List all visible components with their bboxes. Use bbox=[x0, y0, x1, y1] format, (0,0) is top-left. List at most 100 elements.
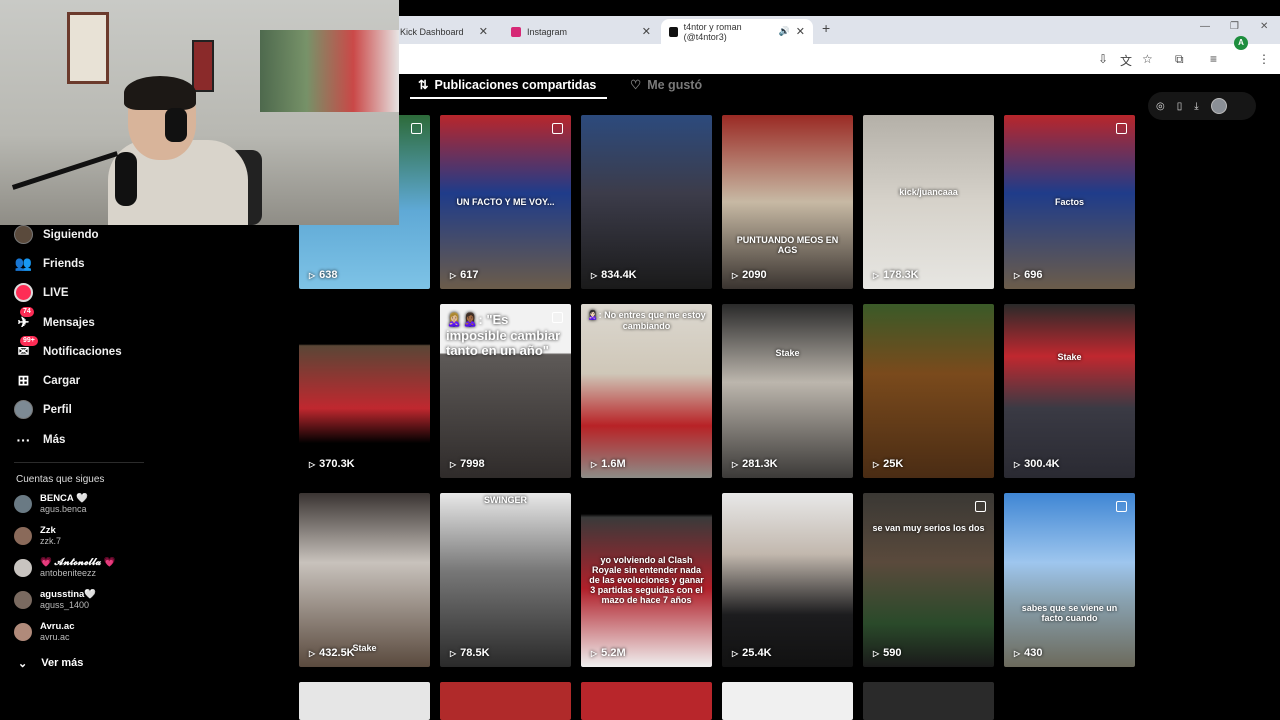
view-count-label: 2090 bbox=[742, 269, 767, 281]
video-card[interactable]: Stake ▷ 281.3K bbox=[722, 304, 853, 478]
video-card[interactable]: Factos ▷ 696 bbox=[1004, 115, 1135, 289]
view-count: ▷ 834.4K bbox=[591, 269, 637, 281]
video-card[interactable]: ▷ 370.3K bbox=[299, 304, 430, 478]
view-count: ▷ 300.4K bbox=[1014, 458, 1060, 470]
video-card[interactable]: ▷ 834.4K bbox=[581, 115, 712, 289]
view-count: ▷ 281.3K bbox=[732, 458, 778, 470]
view-count-label: 834.4K bbox=[601, 269, 637, 281]
video-card[interactable]: se van muy serios los dos ▷ 590 bbox=[863, 493, 994, 667]
view-count: ▷ 25.4K bbox=[732, 647, 772, 659]
view-count-label: 370.3K bbox=[319, 458, 355, 470]
view-count: ▷ 7998 bbox=[450, 458, 485, 470]
view-count-label: 78.5K bbox=[460, 647, 490, 659]
play-icon: ▷ bbox=[873, 648, 880, 658]
play-icon: ▷ bbox=[450, 648, 457, 658]
video-caption: PUNTUANDO MEOS EN AGS bbox=[736, 235, 839, 255]
view-count: ▷ 78.5K bbox=[450, 647, 490, 659]
video-card[interactable]: 🙎🏼‍♀️🙎🏾‍♀️: "Es imposible cambiar tanto … bbox=[440, 304, 571, 478]
view-count: ▷ 178.3K bbox=[873, 269, 919, 281]
view-count: ▷ 1.6M bbox=[591, 458, 626, 470]
video-card[interactable]: kick/juancaaa ▷ 178.3K bbox=[863, 115, 994, 289]
play-icon: ▷ bbox=[1014, 459, 1021, 469]
video-card[interactable] bbox=[299, 682, 430, 720]
view-count: ▷ 590 bbox=[873, 647, 902, 659]
video-caption: 🙎🏻‍♀️: No entres que me estoy cambiando bbox=[587, 310, 706, 331]
view-count-label: 617 bbox=[460, 269, 479, 281]
play-icon: ▷ bbox=[732, 648, 739, 658]
view-count-label: 281.3K bbox=[742, 458, 778, 470]
video-card[interactable] bbox=[581, 682, 712, 720]
video-caption: kick/juancaaa bbox=[899, 187, 958, 197]
play-icon: ▷ bbox=[732, 459, 739, 469]
video-card[interactable]: sabes que se viene un facto cuando ▷ 430 bbox=[1004, 493, 1135, 667]
play-icon: ▷ bbox=[1014, 648, 1021, 658]
microphone bbox=[115, 152, 137, 206]
video-card[interactable]: Stake ▷ 300.4K bbox=[1004, 304, 1135, 478]
play-icon: ▷ bbox=[309, 459, 316, 469]
video-caption: 🙎🏼‍♀️🙎🏾‍♀️: "Es imposible cambiar tanto … bbox=[446, 312, 561, 358]
play-icon: ▷ bbox=[591, 648, 598, 658]
view-count-label: 430 bbox=[1024, 647, 1043, 659]
multi-photo-icon bbox=[552, 123, 563, 134]
view-count: ▷ 2090 bbox=[732, 269, 767, 281]
mic-arm bbox=[11, 151, 119, 190]
multi-photo-icon bbox=[1116, 123, 1127, 134]
video-card[interactable]: yo volviendo al Clash Royale sin entende… bbox=[581, 493, 712, 667]
video-card[interactable]: SWINGER ▷ 78.5K bbox=[440, 493, 571, 667]
play-icon: ▷ bbox=[450, 270, 457, 280]
multi-photo-icon bbox=[1116, 501, 1127, 512]
multi-photo-icon bbox=[552, 312, 563, 323]
view-count: ▷ 370.3K bbox=[309, 458, 355, 470]
view-count: ▷ 5.2M bbox=[591, 647, 626, 659]
view-count-label: 638 bbox=[319, 269, 338, 281]
streamer-hair bbox=[124, 76, 196, 110]
video-caption: UN FACTO Y ME VOY... bbox=[456, 197, 555, 207]
play-icon: ▷ bbox=[309, 648, 316, 658]
video-card[interactable]: 🙎🏻‍♀️: No entres que me estoy cambiando ▷… bbox=[581, 304, 712, 478]
video-card[interactable] bbox=[863, 682, 994, 720]
video-card[interactable]: ▷ 25.4K bbox=[722, 493, 853, 667]
play-icon: ▷ bbox=[309, 270, 316, 280]
video-caption: Stake bbox=[1057, 352, 1082, 362]
view-count: ▷ 25K bbox=[873, 458, 903, 470]
view-count: ▷ 696 bbox=[1014, 269, 1043, 281]
video-card[interactable]: Stake ▷ 432.5K bbox=[299, 493, 430, 667]
headphones bbox=[165, 108, 187, 142]
view-count-label: 7998 bbox=[460, 458, 485, 470]
wall-poster bbox=[192, 40, 214, 92]
multi-photo-icon bbox=[975, 501, 986, 512]
view-count-label: 432.5K bbox=[319, 647, 355, 659]
video-caption: yo volviendo al Clash Royale sin entende… bbox=[589, 555, 704, 605]
video-card[interactable] bbox=[440, 682, 571, 720]
video-caption: SWINGER bbox=[483, 495, 527, 505]
video-card[interactable] bbox=[722, 682, 853, 720]
view-count-label: 178.3K bbox=[883, 269, 919, 281]
view-count-label: 1.6M bbox=[601, 458, 626, 470]
video-caption: se van muy serios los dos bbox=[872, 523, 985, 533]
video-caption: Stake bbox=[775, 348, 800, 358]
video-caption: sabes que se viene un facto cuando bbox=[1021, 603, 1118, 623]
play-icon: ▷ bbox=[873, 459, 880, 469]
play-icon: ▷ bbox=[873, 270, 880, 280]
video-card[interactable]: ▷ 25K bbox=[863, 304, 994, 478]
view-count: ▷ 617 bbox=[450, 269, 479, 281]
video-card[interactable]: UN FACTO Y ME VOY... ▷ 617 bbox=[440, 115, 571, 289]
view-count: ▷ 430 bbox=[1014, 647, 1043, 659]
view-count-label: 590 bbox=[883, 647, 902, 659]
play-icon: ▷ bbox=[450, 459, 457, 469]
view-count-label: 25.4K bbox=[742, 647, 772, 659]
video-caption: Factos bbox=[1054, 197, 1084, 207]
play-icon: ▷ bbox=[1014, 270, 1021, 280]
view-count-label: 696 bbox=[1024, 269, 1043, 281]
view-count-label: 300.4K bbox=[1024, 458, 1060, 470]
play-icon: ▷ bbox=[591, 459, 598, 469]
play-icon: ▷ bbox=[732, 270, 739, 280]
view-count: ▷ 432.5K bbox=[309, 647, 355, 659]
view-count-label: 5.2M bbox=[601, 647, 626, 659]
webcam-overlay bbox=[0, 0, 399, 225]
video-card[interactable]: PUNTUANDO MEOS EN AGS ▷ 2090 bbox=[722, 115, 853, 289]
view-count: ▷ 638 bbox=[309, 269, 338, 281]
view-count-label: 25K bbox=[883, 458, 904, 470]
wall-canvas bbox=[260, 30, 399, 112]
play-icon: ▷ bbox=[591, 270, 598, 280]
